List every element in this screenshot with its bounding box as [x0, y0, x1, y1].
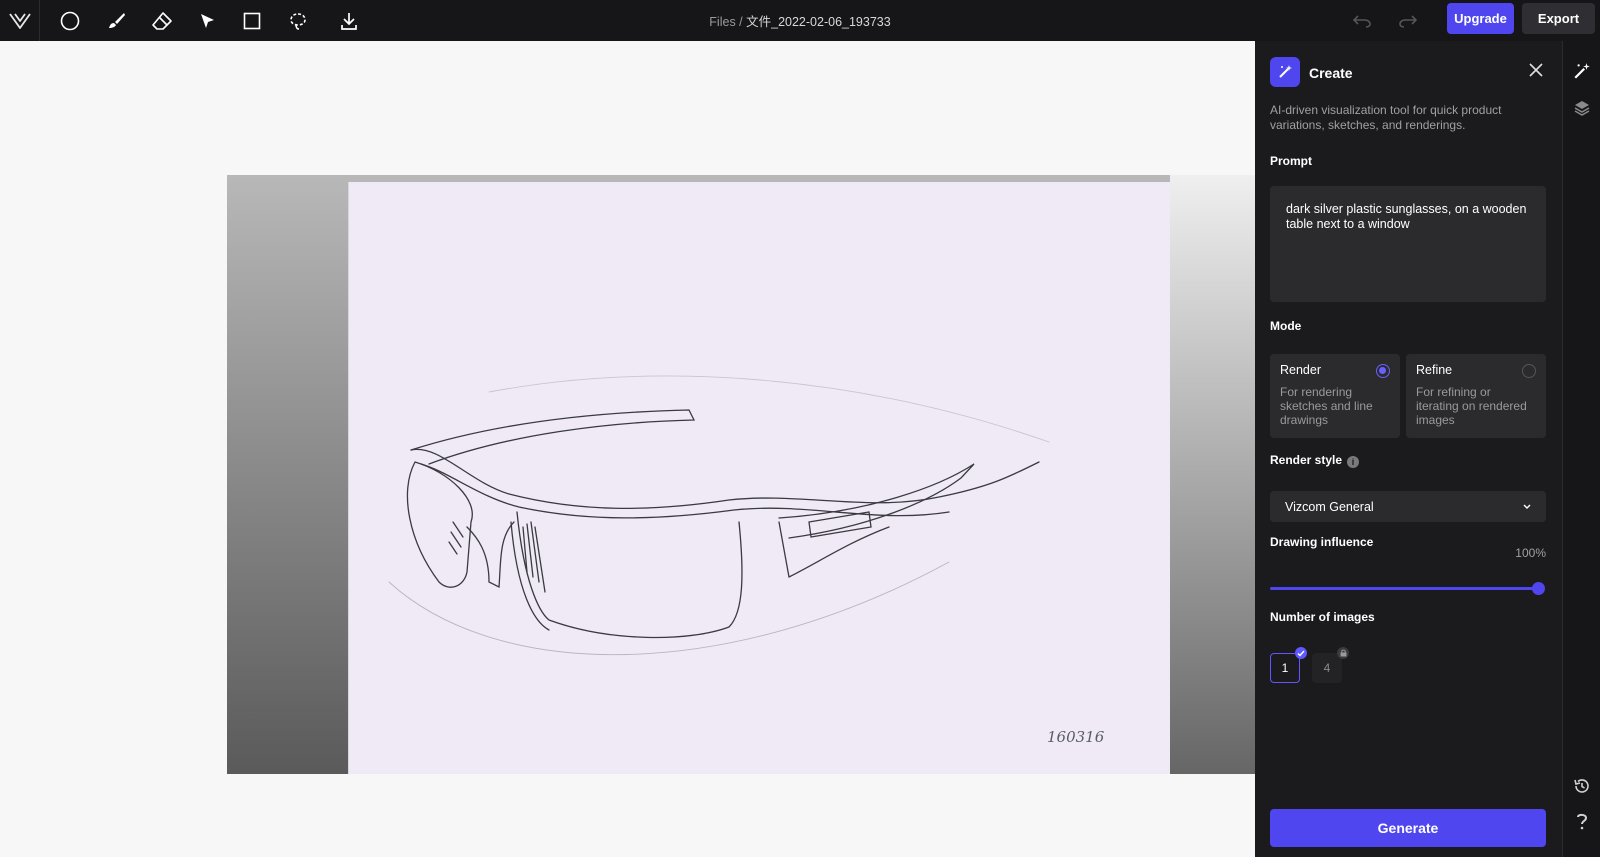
mode-description: For rendering sketches and line drawings	[1280, 385, 1373, 427]
generate-button[interactable]: Generate	[1270, 809, 1546, 847]
rectangle-tool-icon[interactable]	[237, 6, 267, 36]
canvas-area[interactable]: 160316	[0, 41, 1255, 857]
mode-render-card[interactable]: Render For rendering sketches and line d…	[1270, 354, 1400, 438]
brush-tool-icon[interactable]	[101, 6, 131, 36]
mode-refine-radio[interactable]	[1522, 364, 1536, 378]
top-toolbar: Files / 文件_2022-02-06_193733 Upgrade Exp…	[0, 0, 1600, 41]
number-of-images-label: Number of images	[1270, 610, 1375, 624]
mode-description: For refining or iterating on rendered im…	[1416, 385, 1527, 427]
export-button[interactable]: Export	[1522, 3, 1595, 34]
prompt-label: Prompt	[1270, 154, 1312, 168]
mode-title: Render	[1280, 363, 1321, 377]
history-icon[interactable]	[1572, 776, 1592, 796]
magic-wand-icon	[1270, 57, 1300, 87]
panel-title: Create	[1309, 65, 1353, 81]
sketch-paper: 160316	[348, 182, 1170, 774]
sunglasses-sketch: 160316	[388, 375, 1105, 746]
chevron-down-icon	[1523, 504, 1531, 509]
upgrade-button[interactable]: Upgrade	[1447, 3, 1514, 34]
check-icon	[1295, 647, 1307, 659]
close-icon[interactable]	[1527, 61, 1545, 79]
magic-wand-icon[interactable]	[1572, 61, 1592, 81]
mode-label: Mode	[1270, 319, 1302, 333]
sketch-annotation: 160316	[1047, 728, 1105, 746]
mode-title: Refine	[1416, 363, 1453, 377]
file-name[interactable]: 文件_2022-02-06_193733	[746, 15, 891, 29]
layers-icon[interactable]	[1572, 98, 1592, 118]
prompt-textarea[interactable]: dark silver plastic sunglasses, on a woo…	[1270, 186, 1546, 302]
render-style-label: Render style	[1270, 453, 1343, 467]
logo-icon[interactable]	[0, 0, 40, 41]
image-background-edge	[1170, 175, 1255, 774]
eraser-tool-icon[interactable]	[147, 6, 177, 36]
lock-icon	[1337, 647, 1349, 659]
info-icon[interactable]: i	[1347, 456, 1359, 468]
num-images-option-4[interactable]: 4	[1312, 653, 1342, 683]
help-icon[interactable]	[1572, 811, 1592, 831]
download-icon[interactable]	[334, 6, 364, 36]
circle-tool-icon[interactable]	[55, 6, 85, 36]
drawing-influence-slider-thumb[interactable]	[1532, 582, 1545, 595]
lasso-tool-icon[interactable]	[283, 6, 313, 36]
breadcrumb-files-link[interactable]: Files	[709, 15, 735, 29]
redo-icon[interactable]	[1395, 8, 1421, 34]
undo-icon[interactable]	[1349, 8, 1375, 34]
sketch-image[interactable]: 160316	[227, 175, 1255, 774]
mode-render-radio[interactable]	[1376, 364, 1390, 378]
panel-description: AI-driven visualization tool for quick p…	[1270, 103, 1502, 132]
num-images-option-1[interactable]: 1	[1270, 653, 1300, 683]
drawing-influence-label: Drawing influence	[1270, 535, 1374, 549]
create-panel: Create AI-driven visualization tool for …	[1255, 41, 1562, 857]
pointer-tool-icon[interactable]	[192, 6, 222, 36]
drawing-influence-slider-track[interactable]	[1270, 587, 1538, 590]
render-style-select[interactable]: Vizcom General	[1270, 491, 1546, 522]
drawing-influence-value: 100%	[1515, 546, 1546, 560]
right-rail	[1562, 41, 1600, 857]
mode-refine-card[interactable]: Refine For refining or iterating on rend…	[1406, 354, 1546, 438]
render-style-value: Vizcom General	[1285, 499, 1374, 514]
